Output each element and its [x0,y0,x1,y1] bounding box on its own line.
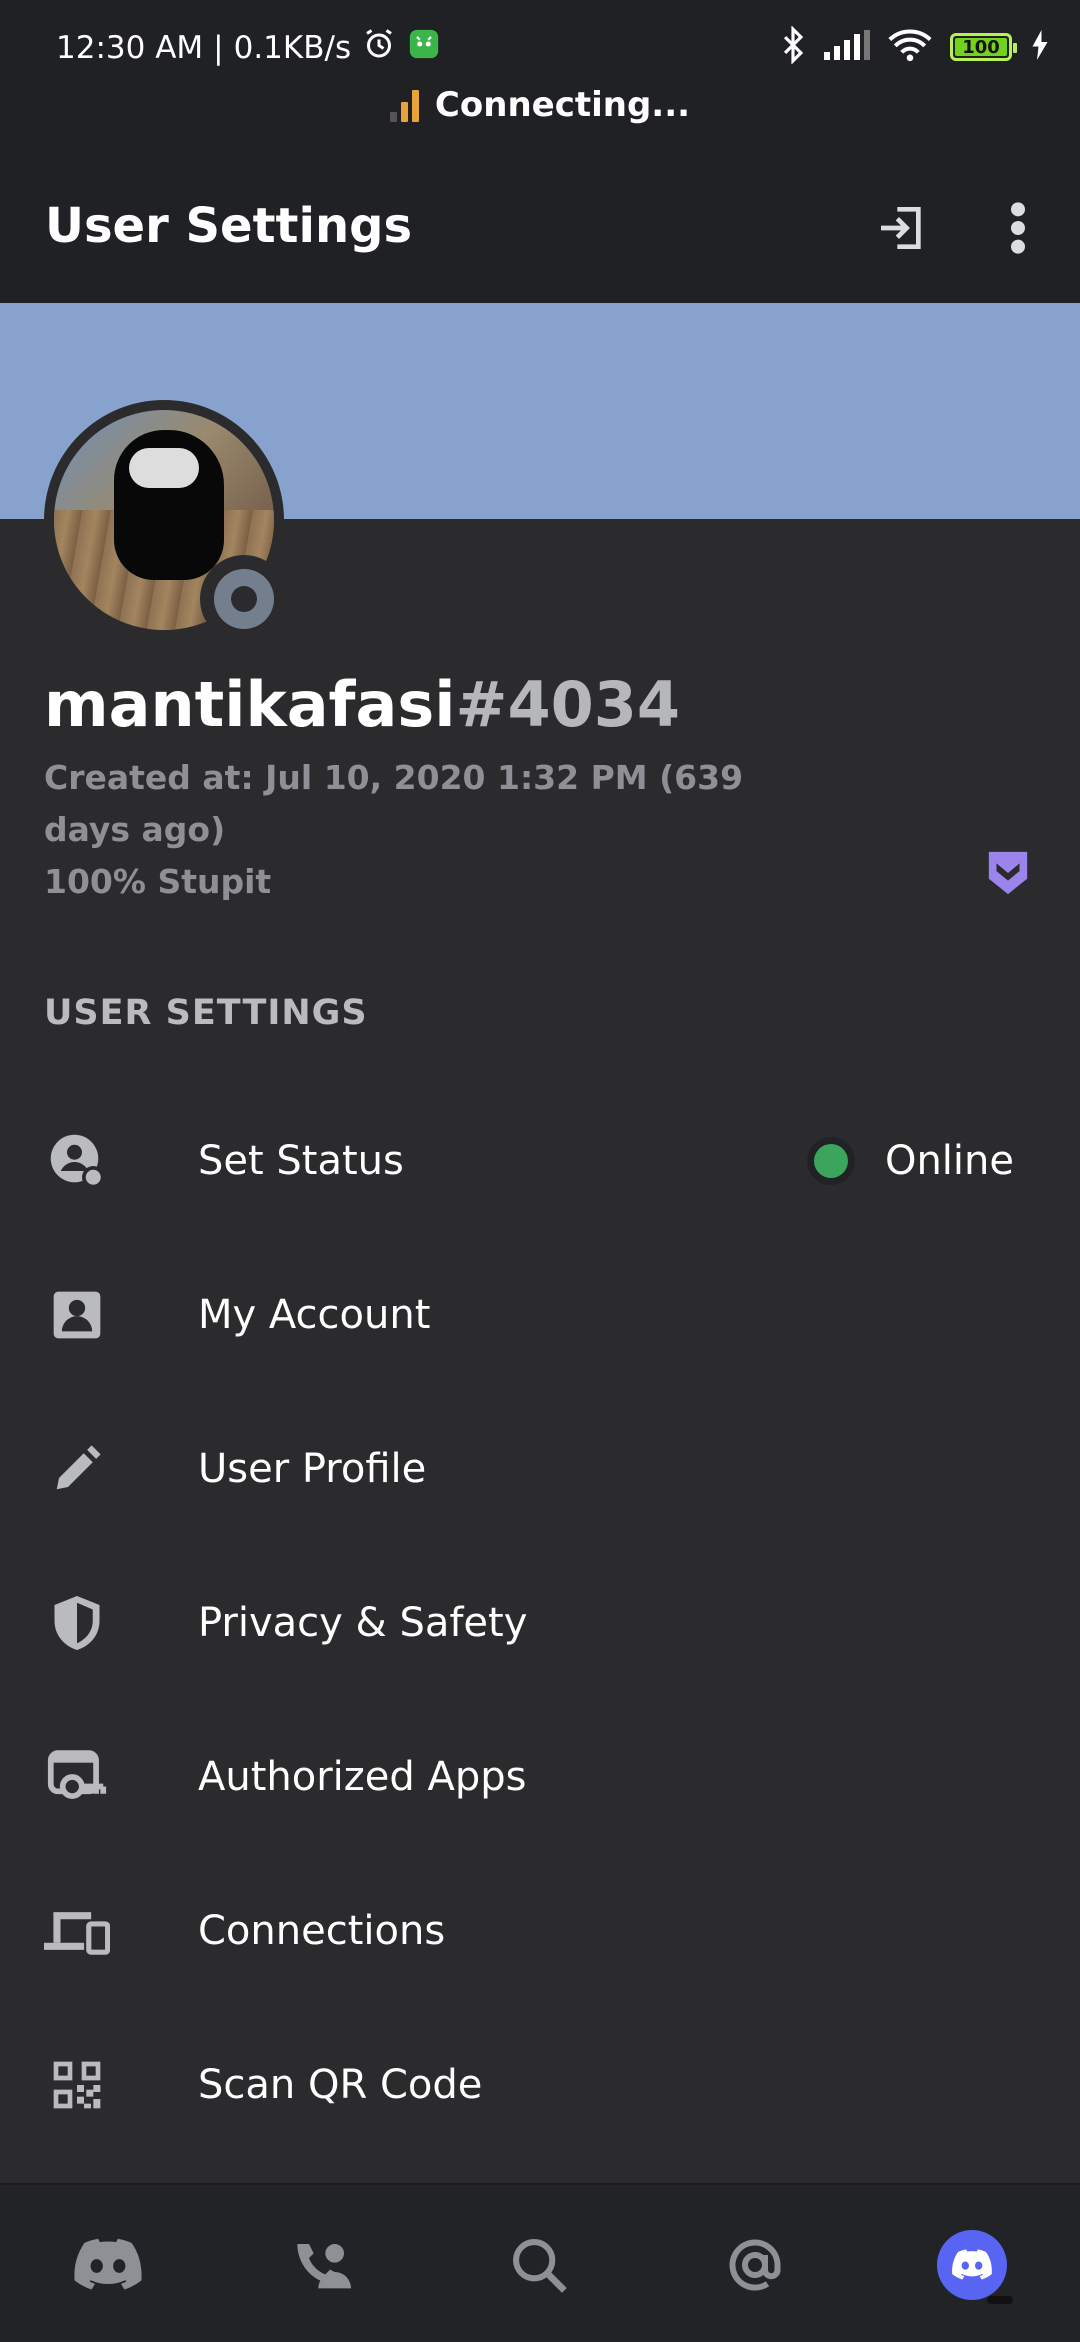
devices-icon [44,1898,110,1964]
friends-icon [297,2244,351,2289]
cellular-signal-icon [824,30,870,64]
top-app-bar: 12:30 AM | 0.1KB/s 100 Connecting... Use… [0,0,1080,303]
nav-friends[interactable] [273,2215,373,2315]
logout-icon [881,207,921,249]
username: mantikafasi#4034 [44,668,680,741]
username-discriminator: #4034 [455,668,681,741]
mentions-icon [729,2239,781,2291]
menu-item-label: User Profile [198,1446,427,1492]
connection-signal-icon [389,88,419,122]
menu-item-label: Connections [198,1908,446,1954]
hypesquad-badge-icon[interactable] [985,848,1031,898]
battery-indicator: 100 [950,33,1017,61]
profile-meta: Created at: Jul 10, 2020 1:32 PM (639 da… [44,752,804,908]
nav-home[interactable] [58,2215,158,2315]
menu-item-scan-qr-code[interactable]: Scan QR Code [0,2008,1080,2162]
menu-item-set-status[interactable]: Set Status Online [0,1084,1080,1238]
bluetooth-icon [780,25,806,68]
menu-item-label: My Account [198,1292,431,1338]
alarm-icon [361,26,397,70]
charging-icon [1030,30,1050,64]
app-notification-icon [407,27,441,69]
network-speed: 0.1KB/s [233,30,352,66]
menu-item-label: Set Status [198,1138,404,1184]
presence-indicator [200,555,288,643]
nav-mentions[interactable] [705,2215,805,2315]
nav-profile[interactable] [922,2215,1022,2315]
page-title: User Settings [45,198,413,254]
connection-text: Connecting... [434,85,691,125]
more-options-button[interactable] [978,188,1058,268]
menu-item-label: Authorized Apps [198,1754,527,1800]
username-name: mantikafasi [44,668,456,741]
status-value-label: Online [884,1138,1014,1184]
menu-item-authorized-apps[interactable]: Authorized Apps [0,1700,1080,1854]
qr-code-icon [44,2052,110,2118]
status-bar: 12:30 AM | 0.1KB/s 100 [0,0,1080,80]
menu-item-connections[interactable]: Connections [0,1854,1080,2008]
profile-icon [937,2230,1013,2304]
menu-item-my-account[interactable]: My Account [0,1238,1080,1392]
menu-item-label: Privacy & Safety [198,1600,528,1646]
section-title: USER SETTINGS [44,993,368,1033]
online-status-dot [806,1137,855,1185]
logout-button[interactable] [862,188,942,268]
battery-level: 100 [962,36,1000,58]
discord-home-icon [74,2238,142,2290]
pencil-icon [44,1436,110,1502]
account-created-at: Created at: Jul 10, 2020 1:32 PM (639 da… [44,758,744,849]
wifi-icon [888,28,932,66]
profile-bio: 100% Stupit [44,862,272,901]
menu-item-label: Scan QR Code [198,2062,483,2108]
nav-search[interactable] [489,2215,589,2315]
status-separator: | [213,30,224,66]
kebab-menu-icon [1011,202,1025,254]
status-bar-left: 12:30 AM | 0.1KB/s [56,26,441,70]
status-icon [44,1128,110,1194]
apps-key-icon [44,1744,110,1810]
status-bar-right: 100 [780,25,1050,68]
menu-item-privacy-safety[interactable]: Privacy & Safety [0,1546,1080,1700]
account-icon [44,1282,110,1348]
bottom-navigation [0,2183,1080,2342]
search-icon [513,2239,567,2293]
status-value: Online [806,1137,1014,1185]
clock: 12:30 AM [56,30,204,66]
connection-status: Connecting... [0,80,1080,130]
shield-icon [44,1590,110,1656]
menu-item-user-profile[interactable]: User Profile [0,1392,1080,1546]
